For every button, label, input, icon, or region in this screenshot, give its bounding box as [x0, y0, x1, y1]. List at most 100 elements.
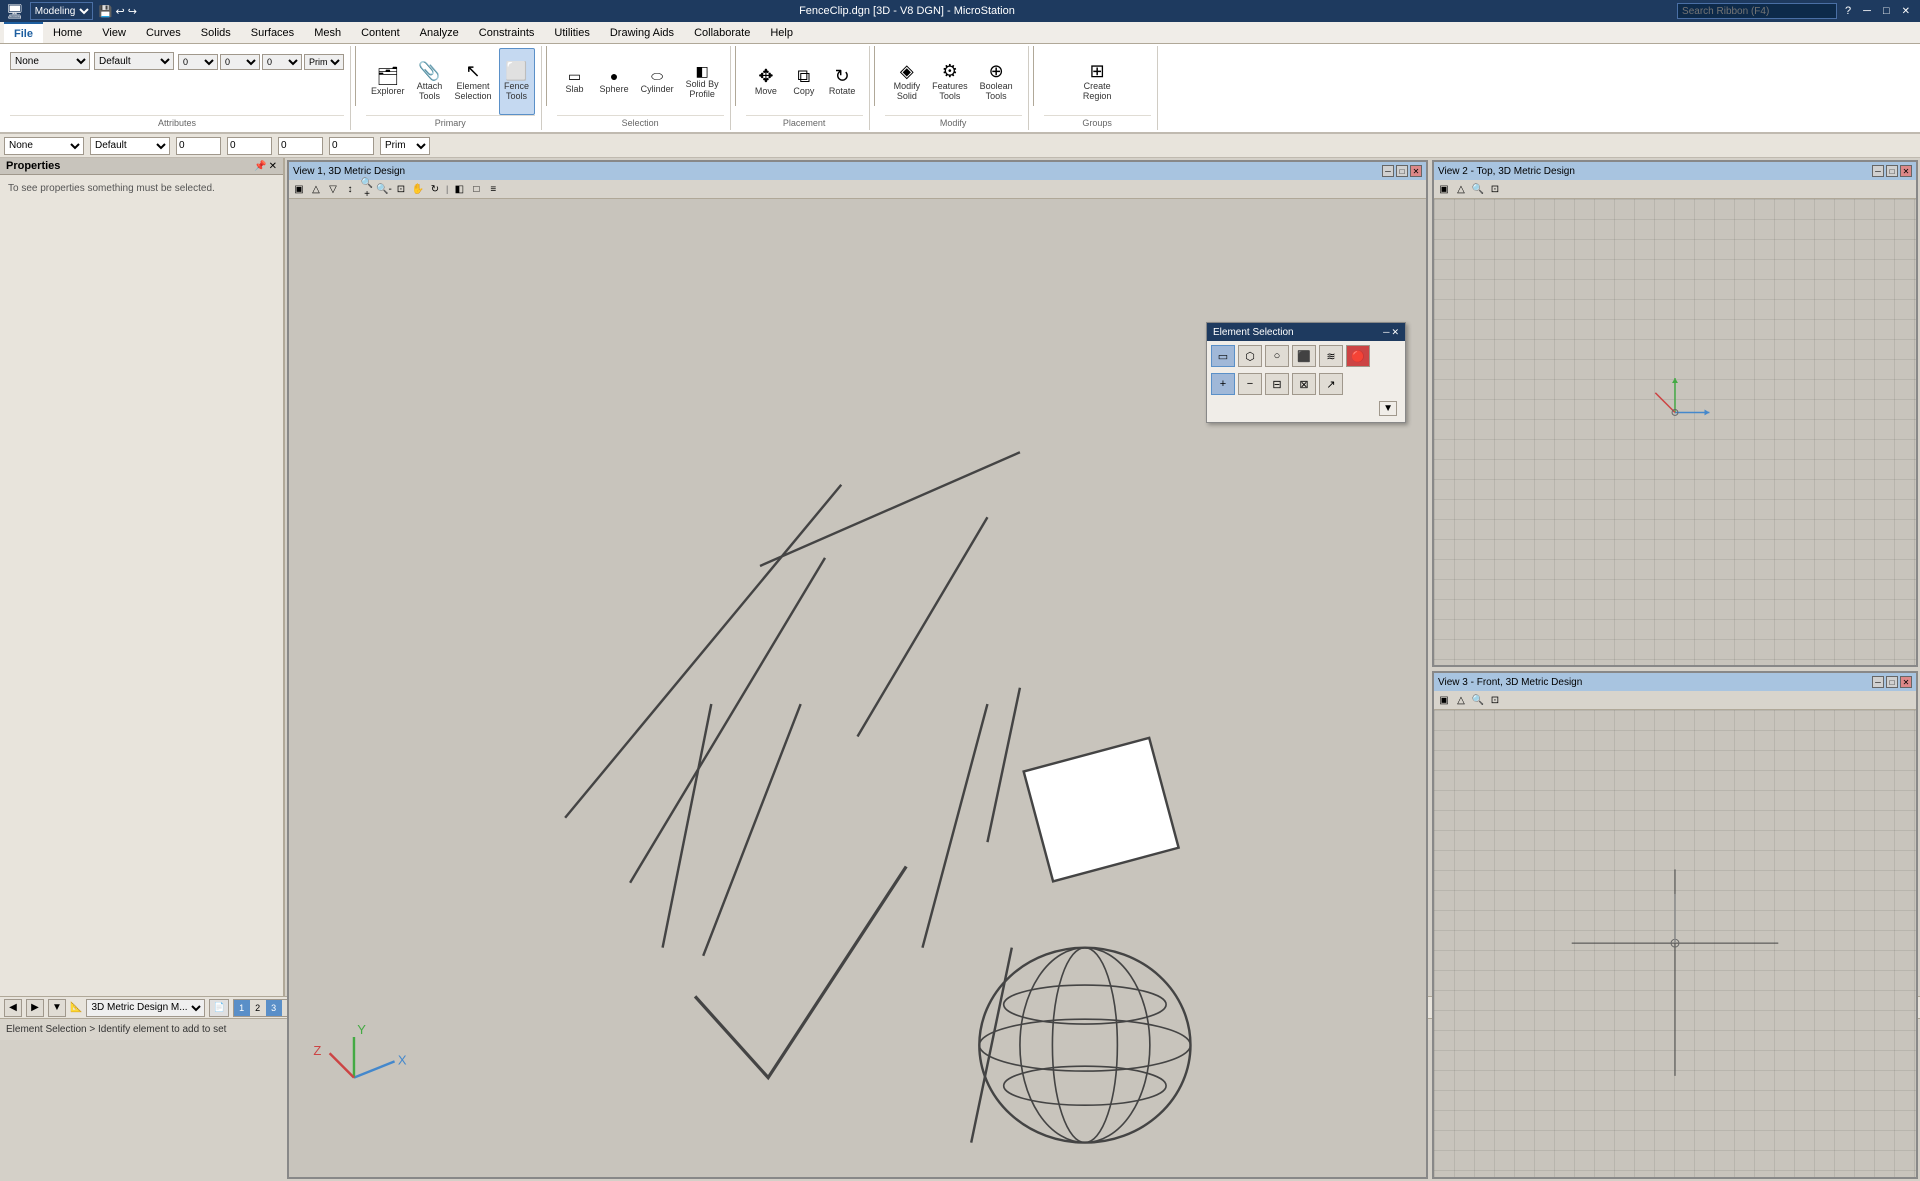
tab-home[interactable]: Home: [43, 22, 92, 43]
vt1-render[interactable]: ◧: [451, 181, 467, 197]
rotate-button[interactable]: ↻ Rotate: [824, 48, 861, 115]
vt3-btn2[interactable]: △: [1453, 692, 1469, 708]
explorer-button[interactable]: 🗂 Explorer: [366, 48, 410, 115]
vt1-btn3[interactable]: ▽: [325, 181, 341, 197]
fence-tools-button[interactable]: ⬜ FenceTools: [499, 48, 535, 115]
vt1-btn4[interactable]: ↕: [342, 181, 358, 197]
tab-constraints[interactable]: Constraints: [469, 22, 545, 43]
vt2-fit[interactable]: ⊡: [1487, 181, 1503, 197]
active-level-select[interactable]: None: [10, 52, 90, 70]
active-level-combo[interactable]: None: [4, 137, 84, 155]
view2-canvas[interactable]: [1434, 199, 1916, 665]
view3-close[interactable]: ✕: [1900, 676, 1912, 688]
tab-solids[interactable]: Solids: [191, 22, 241, 43]
properties-pin[interactable]: 📌: [254, 161, 266, 172]
properties-close[interactable]: ✕: [269, 161, 277, 172]
vt2-btn1[interactable]: ▣: [1436, 181, 1452, 197]
tab-view[interactable]: View: [92, 22, 136, 43]
nav-back-btn[interactable]: ◀: [4, 999, 22, 1017]
modify-solid-button[interactable]: ◈ ModifySolid: [889, 48, 926, 115]
vt3-fit[interactable]: ⊡: [1487, 692, 1503, 708]
vt2-btn2[interactable]: △: [1453, 181, 1469, 197]
boolean-tools-button[interactable]: ⊕ BooleanTools: [975, 48, 1018, 115]
page-1[interactable]: 1: [234, 1000, 250, 1016]
val1-input[interactable]: [176, 137, 221, 155]
vt3-zoom-in[interactable]: 🔍: [1470, 692, 1486, 708]
vt1-pan[interactable]: ✋: [410, 181, 426, 197]
cylinder-button[interactable]: ⬭ Cylinder: [636, 48, 679, 115]
maximize-button[interactable]: □: [1879, 5, 1894, 17]
sel-add-btn[interactable]: +: [1211, 373, 1235, 395]
sel-circle-btn[interactable]: ○: [1265, 345, 1289, 367]
view1-close[interactable]: ✕: [1410, 165, 1422, 177]
sel-poly-btn[interactable]: ⬡: [1238, 345, 1262, 367]
tab-utilities[interactable]: Utilities: [544, 22, 599, 43]
prim-combo[interactable]: Prim: [380, 137, 430, 155]
tab-curves[interactable]: Curves: [136, 22, 191, 43]
qa-redo[interactable]: ↪: [128, 5, 137, 18]
page-2[interactable]: 2: [250, 1000, 266, 1016]
lc-select[interactable]: 0: [262, 54, 302, 70]
search-ribbon-input[interactable]: [1677, 3, 1837, 19]
vt1-level[interactable]: ≡: [485, 181, 501, 197]
sel-color-btn[interactable]: 🔴: [1346, 345, 1370, 367]
vt1-wire[interactable]: □: [468, 181, 484, 197]
sel-rect-btn[interactable]: ▭: [1211, 345, 1235, 367]
lw-select[interactable]: 0: [178, 54, 218, 70]
sphere-button[interactable]: ● Sphere: [595, 48, 634, 115]
vt2-zoom-in[interactable]: 🔍: [1470, 181, 1486, 197]
view2-maximize[interactable]: □: [1886, 165, 1898, 177]
vt3-btn1[interactable]: ▣: [1436, 692, 1452, 708]
val2-input[interactable]: [227, 137, 272, 155]
sel-fence-apply-btn[interactable]: ⊠: [1292, 373, 1316, 395]
sheet-selector[interactable]: 📄: [209, 999, 228, 1017]
style-combo[interactable]: Default: [90, 137, 170, 155]
vt1-zoom-in[interactable]: 🔍+: [359, 181, 375, 197]
vt1-btn1[interactable]: ▣: [291, 181, 307, 197]
vt1-rotate[interactable]: ↻: [427, 181, 443, 197]
solid-by-profile-button[interactable]: ◧ Solid ByProfile: [681, 48, 724, 115]
tab-analyze[interactable]: Analyze: [410, 22, 469, 43]
help-button[interactable]: ?: [1841, 5, 1855, 17]
move-button[interactable]: ✥ Move: [748, 48, 784, 115]
view3-minimize[interactable]: ─: [1872, 676, 1884, 688]
sel-custom-btn[interactable]: ≋: [1319, 345, 1343, 367]
vt1-fit[interactable]: ⊡: [393, 181, 409, 197]
tab-drawing-aids[interactable]: Drawing Aids: [600, 22, 684, 43]
sel-fence-btn[interactable]: ⬛: [1292, 345, 1316, 367]
view3-canvas[interactable]: [1434, 710, 1916, 1176]
view1-maximize[interactable]: □: [1396, 165, 1408, 177]
view1-minimize[interactable]: ─: [1382, 165, 1394, 177]
tab-help[interactable]: Help: [760, 22, 803, 43]
workflow-selector[interactable]: Modeling: [30, 2, 93, 20]
copy-button[interactable]: ⧉ Copy: [786, 48, 822, 115]
model-selector[interactable]: 3D Metric Design M...: [86, 999, 205, 1017]
view2-minimize[interactable]: ─: [1872, 165, 1884, 177]
style-select[interactable]: Default: [94, 52, 174, 70]
tab-collaborate[interactable]: Collaborate: [684, 22, 760, 43]
element-selection-button[interactable]: ↖ ElementSelection: [450, 48, 497, 115]
tab-content[interactable]: Content: [351, 22, 410, 43]
qa-save[interactable]: 💾: [99, 5, 113, 18]
elem-sel-expand[interactable]: ▼: [1379, 401, 1397, 416]
elem-sel-minimize[interactable]: ─: [1383, 327, 1389, 338]
vt1-btn2[interactable]: △: [308, 181, 324, 197]
val3-input[interactable]: [278, 137, 323, 155]
view3-maximize[interactable]: □: [1886, 676, 1898, 688]
features-tools-button[interactable]: ⚙ FeaturesTools: [927, 48, 973, 115]
slab-button[interactable]: ▭ Slab: [557, 48, 593, 115]
page-3[interactable]: 3: [266, 1000, 282, 1016]
qa-undo[interactable]: ↩: [115, 5, 124, 18]
nav-fwd-btn[interactable]: ▶: [26, 999, 44, 1017]
tab-mesh[interactable]: Mesh: [304, 22, 351, 43]
nav-down-btn[interactable]: ▼: [48, 999, 66, 1017]
sel-invert-btn[interactable]: ⊟: [1265, 373, 1289, 395]
vt1-zoom-out[interactable]: 🔍-: [376, 181, 392, 197]
close-button[interactable]: ✕: [1898, 6, 1914, 17]
tab-surfaces[interactable]: Surfaces: [241, 22, 304, 43]
minimize-button[interactable]: ─: [1859, 5, 1875, 17]
attach-tools-button[interactable]: 📎 AttachTools: [412, 48, 448, 115]
create-region-button[interactable]: ⊞ CreateRegion: [1078, 48, 1117, 115]
val4-input[interactable]: [329, 137, 374, 155]
elem-sel-close[interactable]: ✕: [1391, 327, 1399, 338]
